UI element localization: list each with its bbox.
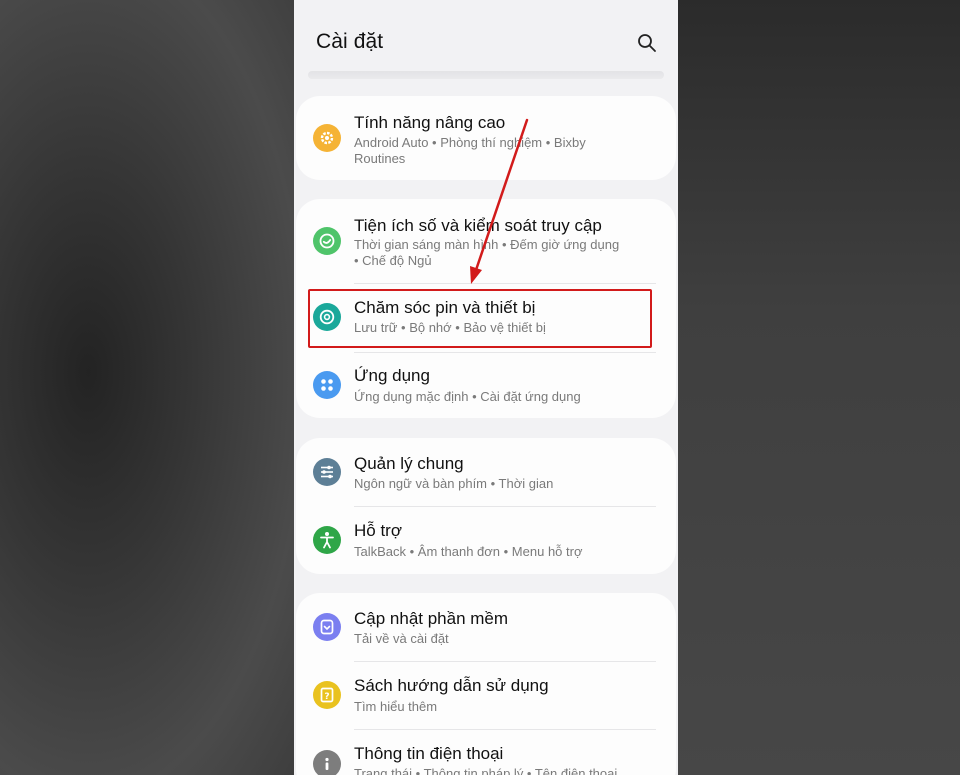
settings-group-general: Quản lý chung Ngôn ngữ và bàn phím • Thờ… [296,438,676,574]
background-right [678,0,960,775]
item-subtitle: Tìm hiểu thêm [354,699,438,714]
user-manual-icon: ? [313,681,341,709]
settings-item-accessibility[interactable]: Hỗ trợ TalkBack • Âm thanh đơn • Menu hỗ… [296,507,676,574]
settings-group-about: Cập nhật phần mềm Tải về và cài đặt ? Sá… [296,593,676,775]
item-subtitle: Android Auto • Phòng thí nghiệm • Bixby … [354,135,586,166]
item-title: Cập nhật phần mềm [354,609,509,628]
item-subtitle: Thời gian sáng màn hình • Đếm giờ ứng dụ… [354,237,620,268]
item-subtitle: TalkBack • Âm thanh đơn • Menu hỗ trợ [354,544,583,559]
settings-item-advanced-features[interactable]: Tính năng nâng cao Android Auto • Phòng … [296,96,676,180]
settings-item-digital-wellbeing[interactable]: Tiện ích số và kiểm soát truy cập Thời g… [296,199,676,283]
collapsed-search-bar [308,71,664,79]
settings-item-general-management[interactable]: Quản lý chung Ngôn ngữ và bàn phím • Thờ… [296,438,676,506]
app-header: Cài đặt [294,0,678,70]
settings-item-user-manual[interactable]: ? Sách hướng dẫn sử dụng Tìm hiểu thêm [296,662,676,729]
apps-icon [313,371,341,399]
settings-item-phone-info[interactable]: Thông tin điện thoại Trạng thái • Thông … [296,730,676,775]
settings-item-software-update[interactable]: Cập nhật phần mềm Tải về và cài đặt [296,593,676,661]
search-button[interactable] [634,30,660,56]
item-title: Thông tin điện thoại [354,744,504,763]
item-title: Quản lý chung [354,454,464,473]
accessibility-icon [313,526,341,554]
info-icon [313,750,341,775]
item-title: Tính năng nâng cao [354,113,506,132]
gear-icon [313,124,341,152]
item-title: Sách hướng dẫn sử dụng [354,676,549,695]
item-subtitle: Ngôn ngữ và bàn phím • Thời gian [354,476,554,491]
item-title: Hỗ trợ [354,521,402,540]
phone-screen: Cài đặt Tính năng nâng cao Android Auto … [294,0,678,775]
item-subtitle: Trạng thái • Thông tin pháp lý • Tên điệ… [354,766,618,775]
software-update-icon [313,613,341,641]
settings-group-advanced: Tính năng nâng cao Android Auto • Phòng … [296,96,676,180]
page-title: Cài đặt [316,30,384,53]
sliders-icon [313,458,341,486]
item-subtitle: Tải về và cài đặt [354,631,449,646]
digital-wellbeing-icon [313,227,341,255]
svg-text:?: ? [324,692,329,702]
settings-item-apps[interactable]: Ứng dụng Ứng dụng mặc định • Cài đặt ứng… [296,353,676,418]
item-subtitle: Ứng dụng mặc định • Cài đặt ứng dụng [354,389,581,404]
item-title: Ứng dụng [354,366,430,385]
search-icon [638,34,656,52]
item-title: Tiện ích số và kiểm soát truy cập [354,216,602,235]
highlight-box [308,289,652,348]
background-left [0,0,294,775]
